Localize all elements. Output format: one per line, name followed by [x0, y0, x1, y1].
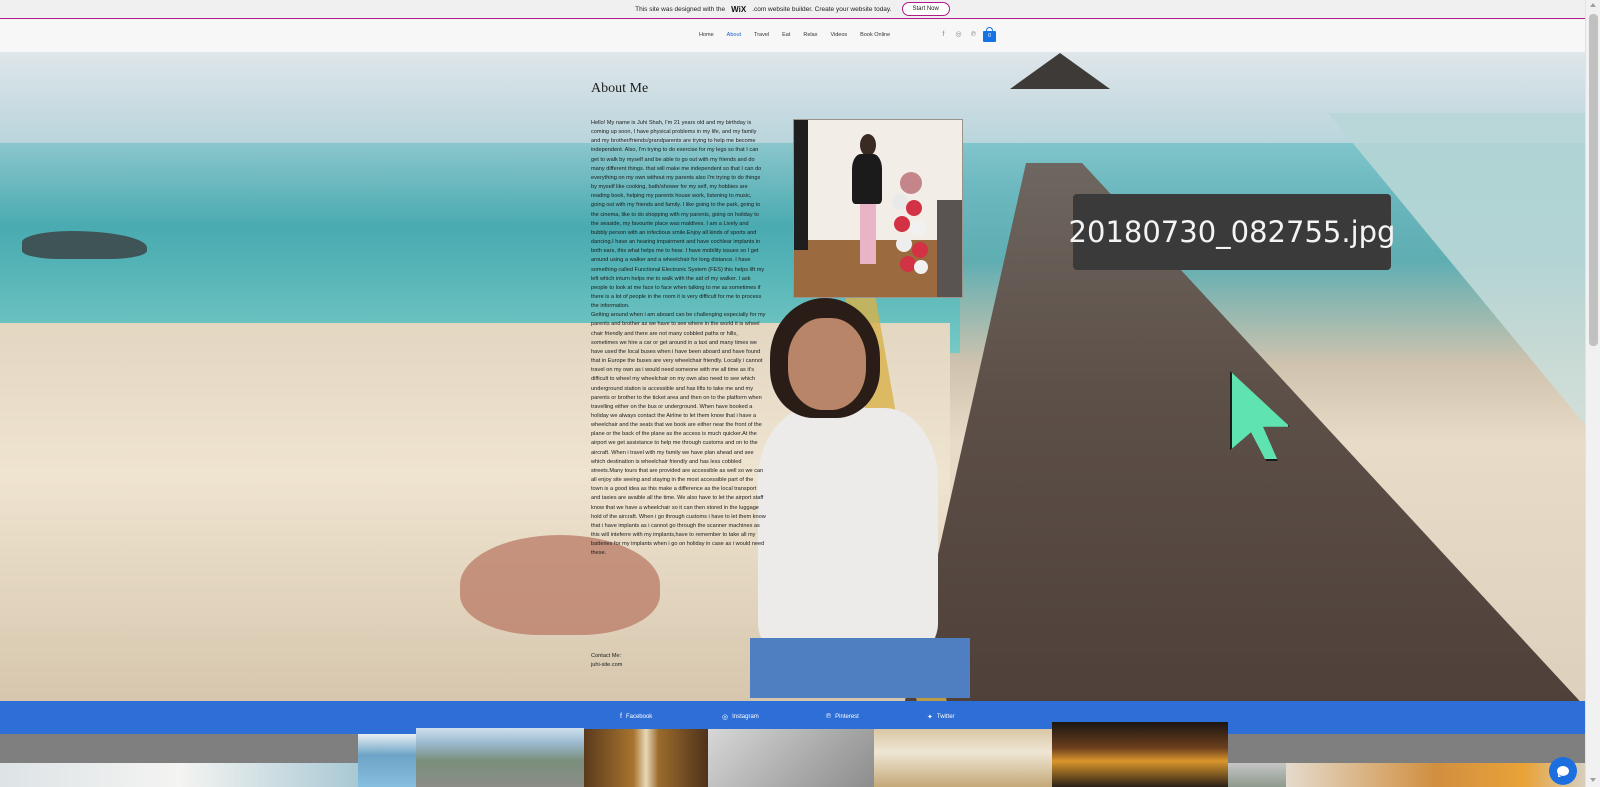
- nav-item-book-online[interactable]: Book Online: [860, 32, 890, 38]
- pinterest-icon[interactable]: ℗: [970, 31, 977, 38]
- nav-item-relax[interactable]: Relax: [803, 32, 817, 38]
- gallery-image[interactable]: [874, 729, 1052, 787]
- banner-text-suffix: .com website builder. Create your websit…: [752, 5, 892, 13]
- facebook-icon: f: [620, 713, 622, 720]
- nav-item-eat[interactable]: Eat: [782, 32, 790, 38]
- gallery-image[interactable]: [1052, 722, 1228, 787]
- balloon: [910, 220, 926, 236]
- gallery-image[interactable]: [1228, 763, 1286, 787]
- start-now-button[interactable]: Start Now: [901, 2, 950, 16]
- instagram-icon[interactable]: ◎: [955, 30, 962, 38]
- scroll-down-arrow-icon[interactable]: [1590, 778, 1596, 782]
- contact-site-link[interactable]: juhi-site.com: [591, 661, 622, 670]
- contact-label: Contact Me:: [591, 653, 622, 659]
- social-label: Pinterest: [835, 713, 859, 720]
- nav-item-videos[interactable]: Videos: [830, 32, 847, 38]
- gallery-image[interactable]: [708, 729, 874, 787]
- social-link-pinterest[interactable]: ℗ Pinterest: [826, 713, 859, 720]
- social-link-instagram[interactable]: ◎ Instagram: [722, 713, 759, 721]
- social-label: Twitter: [936, 714, 955, 720]
- site-header: Home About Travel Eat Relax Videos Book …: [0, 20, 1585, 53]
- page-scrollbar[interactable]: [1585, 0, 1600, 787]
- filename-overlay: 20180730_082755.jpg: [1069, 194, 1395, 270]
- instagram-icon: ◎: [722, 714, 729, 721]
- chat-button[interactable]: [1549, 757, 1577, 785]
- contact-block: Contact Me: juhi-site.com: [591, 652, 622, 670]
- nav-item-home[interactable]: Home: [699, 32, 714, 38]
- person-shorts: [750, 638, 970, 698]
- photo-gallery-strip: [0, 722, 1585, 787]
- scroll-up-arrow-icon[interactable]: [1590, 3, 1596, 7]
- cart-button[interactable]: 0: [983, 27, 997, 43]
- balloon: [914, 260, 928, 274]
- cart-count: 0: [988, 33, 991, 39]
- scrollbar-thumb[interactable]: [1589, 14, 1598, 346]
- wix-ad-banner: This site was designed with the WiX .com…: [0, 0, 1585, 19]
- person-top: [758, 408, 938, 648]
- banner-text-prefix: This site was designed with the: [635, 5, 726, 13]
- social-link-twitter[interactable]: ✦ Twitter: [927, 713, 955, 721]
- wix-logo[interactable]: WiX: [731, 5, 746, 14]
- photo-sofa: [937, 200, 962, 297]
- balloon: [894, 216, 910, 232]
- gallery-image[interactable]: [416, 728, 584, 787]
- main-nav: Home About Travel Eat Relax Videos Book …: [699, 32, 890, 38]
- sea-right: [1328, 113, 1585, 443]
- balloon: [896, 236, 912, 252]
- balloon: [906, 200, 922, 216]
- social-label: Facebook: [625, 713, 653, 720]
- profile-photo: [793, 119, 963, 298]
- person-in-wheelchair: [740, 298, 1000, 698]
- gallery-image[interactable]: [0, 763, 360, 787]
- page-title: About Me: [591, 81, 649, 96]
- social-label: Instagram: [732, 714, 759, 720]
- girl-head: [860, 134, 876, 156]
- chat-bubble-icon: [1557, 766, 1569, 777]
- nav-item-about[interactable]: About: [727, 32, 741, 38]
- nav-item-travel[interactable]: Travel: [754, 32, 769, 38]
- gallery-image[interactable]: [358, 734, 416, 787]
- gallery-image[interactable]: [1286, 763, 1585, 787]
- facebook-icon[interactable]: f: [940, 31, 947, 38]
- photo-door: [794, 120, 808, 250]
- pinterest-icon: ℗: [826, 713, 832, 720]
- balloon: [912, 242, 928, 258]
- social-link-facebook[interactable]: f Facebook: [620, 713, 652, 720]
- girl-top: [852, 154, 882, 204]
- header-social-icons: f ◎ ℗: [940, 30, 977, 39]
- gallery-image[interactable]: [584, 729, 708, 787]
- girl-legs: [860, 204, 876, 264]
- person-face: [788, 318, 866, 410]
- about-body-text: Hello! My name is Juhi Shah, I'm 21 year…: [591, 119, 766, 559]
- twitter-icon: ✦: [927, 714, 933, 721]
- balloon: [900, 172, 922, 194]
- about-paragraph: Hello! My name is Juhi Shah, I'm 21 year…: [591, 120, 766, 557]
